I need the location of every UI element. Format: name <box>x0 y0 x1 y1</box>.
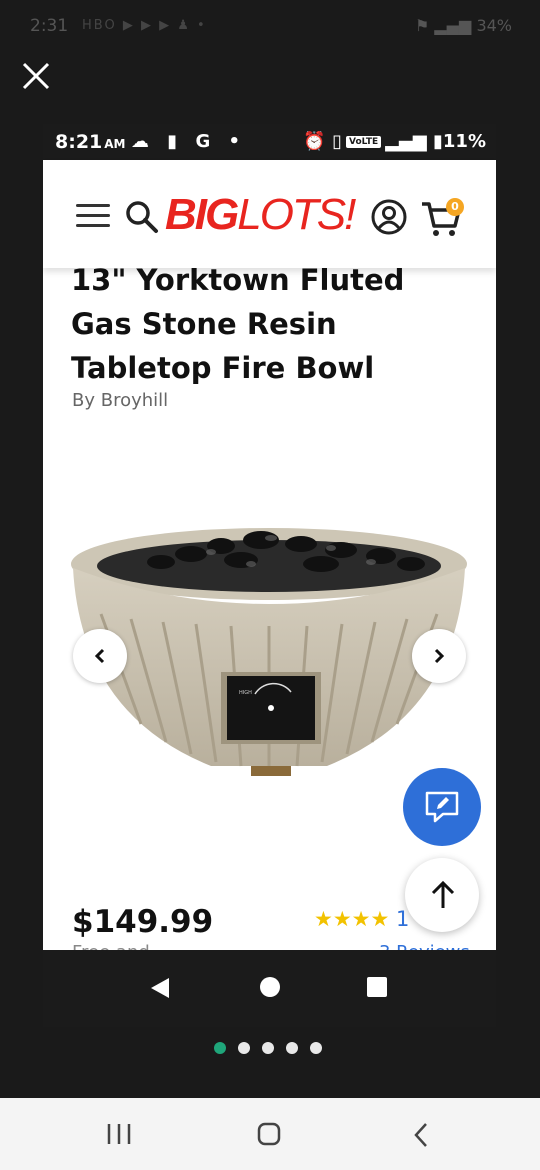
page-dot-1[interactable] <box>214 1042 226 1054</box>
circle-home-icon <box>260 977 280 997</box>
phone-clock-time: 8:21 <box>55 131 103 153</box>
search-icon <box>126 201 158 233</box>
home-icon <box>257 1122 281 1146</box>
product-image[interactable]: HIGH <box>71 504 471 804</box>
biglots-logo[interactable]: BIGLOTS! <box>165 190 356 240</box>
phone-home-button[interactable] <box>259 976 281 1002</box>
cart-count-badge: 0 <box>446 198 464 216</box>
close-icon <box>22 62 50 90</box>
back-button[interactable] <box>412 1122 430 1152</box>
recents-icon <box>107 1124 131 1144</box>
scroll-to-top-button[interactable] <box>405 858 479 932</box>
rating-stars[interactable]: ★★★★ 1 <box>314 907 409 931</box>
gallery-prev-button[interactable] <box>73 629 127 683</box>
screenshot-preview: 8:21 AM ☁ ▮ G • ⏰ ▯ VoLTE ▂▄▆ ▮11% BIGLOTS! <box>43 124 496 1027</box>
phone-back-button[interactable] <box>149 976 171 1004</box>
logo-big-text: BIG <box>165 190 239 239</box>
close-button[interactable] <box>20 60 52 92</box>
outer-clock: 2:31 <box>30 16 69 36</box>
menu-icon <box>76 204 110 207</box>
account-icon <box>371 199 407 235</box>
chat-edit-icon <box>425 791 459 823</box>
back-chevron-icon <box>414 1123 427 1147</box>
page-dot-4[interactable] <box>286 1042 298 1054</box>
gallery-page-dots <box>214 1039 334 1054</box>
triangle-back-icon <box>151 978 169 998</box>
phone-status-bar: 8:21 AM ☁ ▮ G • ⏰ ▯ VoLTE ▂▄▆ ▮11% <box>43 124 496 160</box>
account-button[interactable] <box>370 198 408 240</box>
page-dot-5[interactable] <box>310 1042 322 1054</box>
site-header: BIGLOTS! 0 <box>43 160 496 268</box>
gallery-next-button[interactable] <box>412 629 466 683</box>
logo-lots-text: LOTS! <box>237 190 356 239</box>
outer-battery: ⚑ ▂▄▆ 34% <box>415 16 512 35</box>
feedback-chat-button[interactable] <box>403 768 481 846</box>
outer-battery-percent: 34% <box>476 16 512 35</box>
square-recents-icon <box>367 977 387 997</box>
phone-clock: 8:21 AM <box>55 131 126 153</box>
recents-button[interactable] <box>106 1122 132 1150</box>
phone-clock-ampm: AM <box>104 137 126 151</box>
phone-battery-percent: 11% <box>442 131 486 152</box>
menu-button[interactable] <box>76 204 110 228</box>
product-price: $149.99 <box>72 904 214 940</box>
page-dot-2[interactable] <box>238 1042 250 1054</box>
knob-label: HIGH <box>239 690 252 696</box>
home-button[interactable] <box>257 1122 281 1150</box>
volte-badge: VoLTE <box>346 136 382 148</box>
star-icons: ★★★★ <box>314 907 390 931</box>
rating-score: 1 <box>396 907 410 931</box>
phone-recents-button[interactable] <box>366 976 388 1002</box>
search-button[interactable] <box>125 200 159 238</box>
phone-notification-icons: ☁ ▮ G • <box>131 131 246 152</box>
phone-system-icons: ⏰ ▯ VoLTE ▂▄▆ ▮11% <box>303 131 486 152</box>
outer-notification-icons: HBO ▶ ▶ ▶ ♟ • <box>82 18 207 33</box>
product-title: 13" Yorktown Fluted Gas Stone Resin Tabl… <box>71 263 405 385</box>
chevron-right-icon <box>434 648 445 664</box>
page-dot-3[interactable] <box>262 1042 274 1054</box>
chevron-left-icon <box>94 648 105 664</box>
arrow-up-icon <box>431 880 455 908</box>
outer-status-bar: 2:31 HBO ▶ ▶ ▶ ♟ • ⚑ ▂▄▆ 34% <box>0 0 540 50</box>
system-nav-bar <box>0 1098 540 1170</box>
product-brand: By Broyhill <box>72 390 169 411</box>
phone-nav-bar <box>43 950 496 1027</box>
